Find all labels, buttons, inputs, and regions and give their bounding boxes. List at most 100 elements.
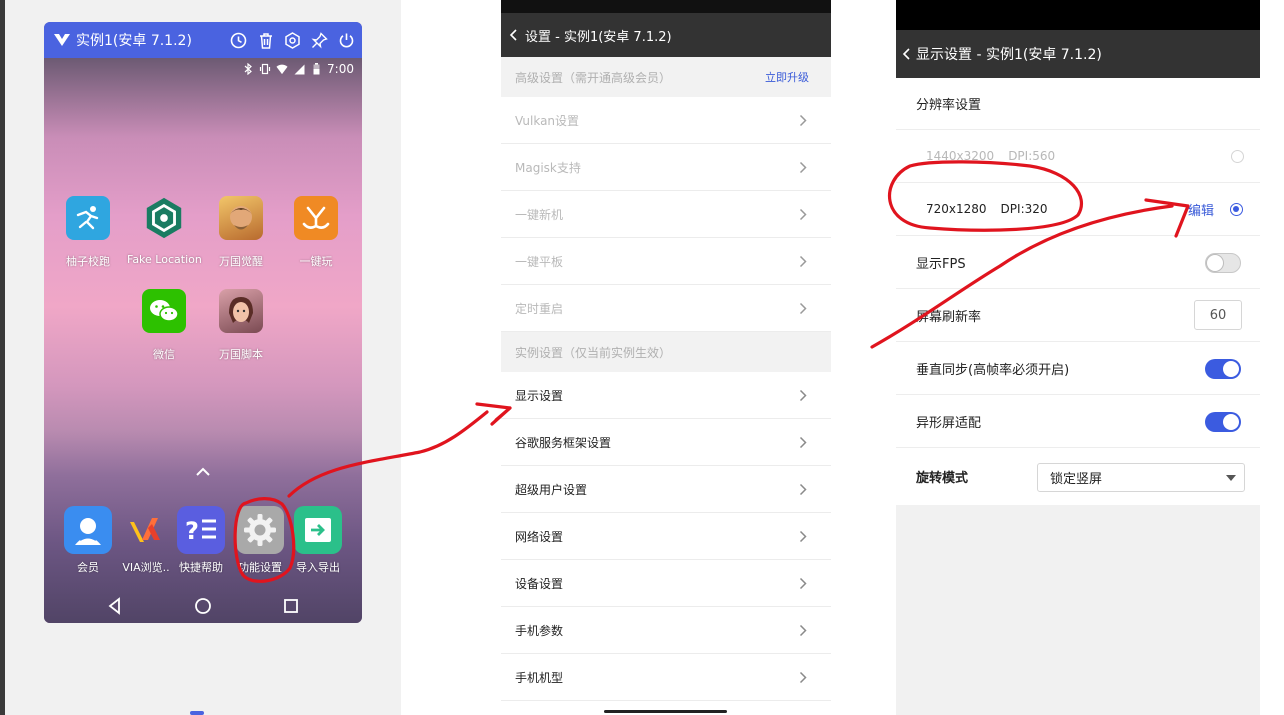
- settings-item-label: 定时重启: [515, 301, 564, 316]
- settings-item-scheduled-restart[interactable]: 定时重启: [501, 285, 831, 332]
- app-rok-script[interactable]: 万国脚本: [204, 289, 278, 362]
- home-icon[interactable]: [194, 597, 212, 615]
- settings-item-label: 设备设置: [515, 576, 564, 591]
- app-wechat[interactable]: 微信: [127, 289, 201, 362]
- settings-item-device[interactable]: 设备设置: [501, 560, 831, 607]
- chevron-right-icon: [799, 436, 807, 449]
- pin-icon[interactable]: [310, 31, 329, 50]
- refresh-rate-input[interactable]: 60: [1194, 300, 1242, 330]
- notch-toggle-row: 异形屏适配: [896, 395, 1260, 448]
- status-bar: 7:00: [242, 60, 354, 78]
- app-label: Fake Location: [127, 253, 202, 266]
- fps-toggle-label: 显示FPS: [916, 256, 966, 272]
- vsync-toggle[interactable]: [1205, 359, 1241, 379]
- chevron-right-icon: [799, 114, 807, 127]
- bluetooth-icon: [242, 63, 254, 75]
- y-logo-icon: [294, 196, 338, 240]
- upgrade-link[interactable]: 立即升级: [765, 69, 809, 85]
- settings-item-superuser[interactable]: 超级用户设置: [501, 466, 831, 513]
- refresh-rate-label: 屏幕刷新率: [916, 309, 982, 325]
- chevron-right-icon: [799, 161, 807, 174]
- settings-item-tablet[interactable]: 一键平板: [501, 238, 831, 285]
- resolution-option-720[interactable]: 720x1280 DPI:320 编辑: [896, 183, 1260, 236]
- vibrate-icon: [259, 63, 271, 75]
- power-icon[interactable]: [337, 31, 356, 50]
- chevron-right-icon: [799, 483, 807, 496]
- notch-toggle[interactable]: [1205, 412, 1241, 432]
- chevron-right-icon: [799, 624, 807, 637]
- app-rise-of-kingdoms[interactable]: 万国觉醒: [204, 196, 278, 269]
- resolution-radio-selected[interactable]: [1230, 203, 1243, 216]
- wifi-icon: [276, 63, 288, 75]
- display-title: 显示设置 - 实例1(安卓 7.1.2): [916, 47, 1102, 63]
- back-arrow-icon[interactable]: [900, 47, 914, 61]
- app-label: 万国觉醒: [219, 255, 263, 268]
- app-label: 万国脚本: [219, 348, 263, 361]
- back-icon[interactable]: [106, 597, 124, 615]
- settings-status-strip: [501, 0, 831, 13]
- resolution-section-header: 分辨率设置: [896, 78, 1260, 130]
- chevron-right-icon: [799, 389, 807, 402]
- settings-item-new-device[interactable]: 一键新机: [501, 191, 831, 238]
- resolution-radio[interactable]: [1231, 150, 1244, 163]
- page-indicator: [190, 711, 204, 715]
- vsync-toggle-label: 垂直同步(高帧率必须开启): [916, 362, 1070, 378]
- settings-item-display[interactable]: 显示设置: [501, 372, 831, 419]
- clock-icon[interactable]: [229, 31, 248, 50]
- app-one-key-play[interactable]: 一键玩: [279, 196, 353, 269]
- display-settings-screen: 显示设置 - 实例1(安卓 7.1.2) 分辨率设置 1440x3200 DPI…: [896, 0, 1260, 715]
- app-fake-location[interactable]: Fake Location: [127, 196, 202, 266]
- display-settings-body: 分辨率设置 1440x3200 DPI:560 720x1280 DPI:320…: [896, 78, 1260, 505]
- dock-import-export[interactable]: 导入导出: [281, 506, 355, 575]
- back-arrow-icon[interactable]: [507, 28, 521, 42]
- settings-item-label: 手机机型: [515, 670, 564, 685]
- settings-item-label: 一键新机: [515, 207, 564, 222]
- app-drawer-arrow-icon[interactable]: [194, 465, 212, 479]
- rotation-value: 锁定竖屏: [1050, 472, 1103, 487]
- runner-icon: [66, 196, 110, 240]
- rotation-row: 旋转模式 锁定竖屏: [896, 448, 1260, 505]
- resolution-option-1440[interactable]: 1440x3200 DPI:560: [896, 130, 1260, 183]
- section-instance: 实例设置（仅当前实例生效）: [501, 332, 831, 372]
- chevron-right-icon: [799, 255, 807, 268]
- app-yuzi-run[interactable]: 柚子校跑: [51, 196, 125, 269]
- app-label: 一键玩: [299, 255, 333, 268]
- settings-item-google-services[interactable]: 谷歌服务框架设置: [501, 419, 831, 466]
- v-logo-icon: [52, 30, 72, 50]
- settings-item-label: Vulkan设置: [515, 113, 580, 128]
- edit-resolution-link[interactable]: 编辑: [1188, 200, 1214, 219]
- section-instance-label: 实例设置（仅当前实例生效）: [515, 345, 672, 360]
- android-navbar: [44, 587, 362, 623]
- app-label: 柚子校跑: [66, 255, 110, 268]
- settings-title: 设置 - 实例1(安卓 7.1.2): [525, 29, 672, 45]
- settings-screen: 设置 - 实例1(安卓 7.1.2) 高级设置（需开通高级会员） 立即升级 Vu…: [501, 0, 831, 715]
- wechat-icon: [142, 289, 186, 333]
- rotation-select[interactable]: 锁定竖屏: [1037, 463, 1245, 492]
- member-icon: [64, 506, 112, 554]
- settings-item-phone-params[interactable]: 手机参数: [501, 607, 831, 654]
- screenshot-composite: 实例1(安卓 7.1.2) 7:00 柚子校跑 Fake Location 万国…: [0, 0, 1284, 715]
- chevron-right-icon: [799, 577, 807, 590]
- settings-icon[interactable]: [283, 31, 302, 50]
- settings-item-label: 手机参数: [515, 623, 564, 638]
- status-time: 7:00: [327, 62, 354, 76]
- resolution-dpi: DPI:320: [1000, 202, 1048, 216]
- emulator-title: 实例1(安卓 7.1.2): [76, 33, 192, 49]
- game-avatar-icon: [219, 196, 263, 240]
- emulator-toolbar: [229, 22, 356, 58]
- settings-item-vulkan[interactable]: Vulkan设置: [501, 97, 831, 144]
- resolution-dpi: DPI:560: [1008, 149, 1056, 163]
- settings-item-label: 谷歌服务框架设置: [515, 435, 612, 450]
- settings-item-network[interactable]: 网络设置: [501, 513, 831, 560]
- section-advanced-label: 高级设置（需开通高级会员）: [515, 70, 672, 85]
- location-icon: [142, 196, 186, 240]
- fps-toggle-row: 显示FPS: [896, 236, 1260, 289]
- settings-header: 设置 - 实例1(安卓 7.1.2): [501, 13, 831, 57]
- battery-icon: [310, 63, 322, 75]
- settings-item-phone-model[interactable]: 手机机型: [501, 654, 831, 701]
- settings-item-magisk[interactable]: Magisk支持: [501, 144, 831, 191]
- fps-toggle[interactable]: [1205, 253, 1241, 273]
- home-indicator: [604, 710, 727, 713]
- trash-icon[interactable]: [256, 31, 275, 50]
- recents-icon[interactable]: [282, 597, 300, 615]
